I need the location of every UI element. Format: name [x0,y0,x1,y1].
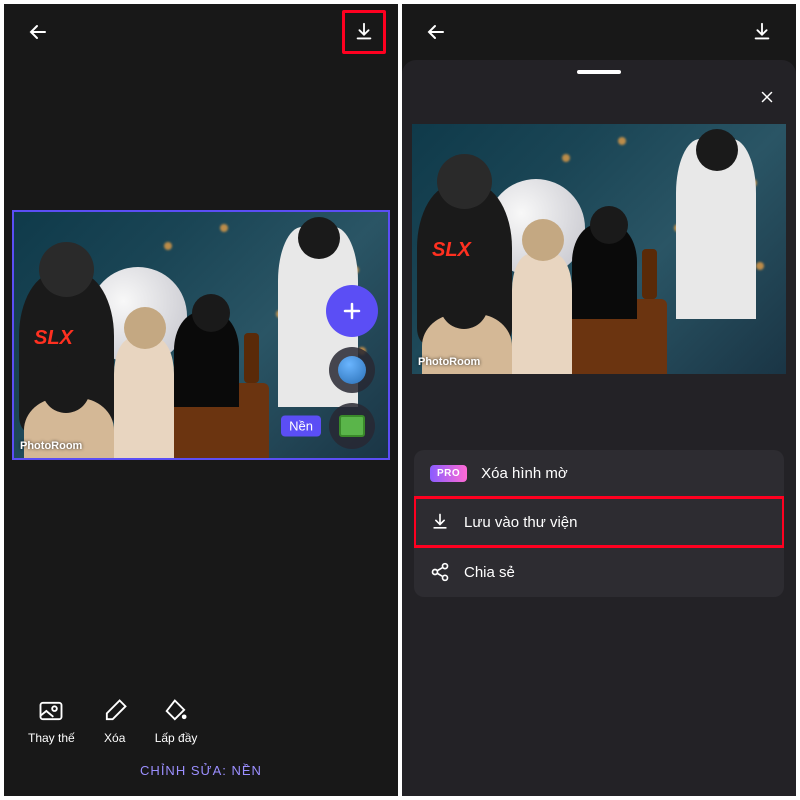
share-icon [430,562,450,582]
preview-photo: SLX PhotoRoom [412,124,786,374]
remove-watermark-option[interactable]: PRO Xóa hình mờ [414,450,784,497]
save-to-library-label: Lưu vào thư viện [464,514,577,531]
canvas-area: SLX PhotoRoom Nền [4,60,398,796]
plus-icon [340,299,364,323]
close-icon [758,88,776,106]
watermark-text-right: PhotoRoom [418,356,480,368]
remove-watermark-label: Xóa hình mờ [481,465,568,482]
add-layer-button[interactable] [326,285,378,337]
image-icon [37,697,65,725]
sheet-handle[interactable] [577,70,621,74]
share-label: Chia sẻ [464,564,515,581]
eraser-icon [101,697,129,725]
download-button-right[interactable] [740,10,784,54]
bottom-toolbar: Thay thế Xóa Lấp đầy [4,697,398,763]
background-layer-button[interactable]: Nền [329,403,375,449]
tshirt-logo: SLX [34,327,73,350]
download-icon [751,21,773,43]
fill-tool[interactable]: Lấp đầy [155,697,198,745]
tshirt-logo: SLX [432,239,471,262]
delete-tool[interactable]: Xóa [101,697,129,745]
download-button[interactable] [342,10,386,54]
subject-layer-button[interactable] [329,347,375,393]
background-thumb-icon [339,415,365,437]
back-button-right[interactable] [414,10,458,54]
replace-label: Thay thế [28,731,75,745]
subject-thumb-icon [338,356,366,384]
export-sheet: SLX PhotoRoom PRO Xóa hình mờ Lưu vào th… [402,60,796,796]
fill-label: Lấp đầy [155,731,198,745]
replace-tool[interactable]: Thay thế [28,697,75,745]
layer-fab-stack: Nền [326,285,378,449]
export-options-list: PRO Xóa hình mờ Lưu vào thư viện Chia sẻ [414,450,784,597]
download-icon [353,21,375,43]
watermark-text: PhotoRoom [20,440,82,452]
close-sheet-button[interactable] [752,82,782,112]
arrow-left-icon [424,20,448,44]
export-screen: SLX PhotoRoom PRO Xóa hình mờ Lưu vào th… [402,4,796,796]
back-button[interactable] [16,10,60,54]
arrow-left-icon [26,20,50,44]
background-layer-label: Nền [281,416,321,437]
image-canvas[interactable]: SLX PhotoRoom Nền [12,210,390,460]
download-icon [430,512,450,532]
preview-image-wrap: SLX PhotoRoom [412,124,786,374]
delete-label: Xóa [104,731,125,745]
top-bar [4,4,398,60]
save-to-library-option[interactable]: Lưu vào thư viện [414,497,784,547]
editing-mode-label: CHỈNH SỬA: NỀN [4,763,398,796]
bucket-icon [162,697,190,725]
top-bar-right [402,4,796,60]
editor-screen: SLX PhotoRoom Nền [4,4,398,796]
share-option[interactable]: Chia sẻ [414,547,784,597]
pro-badge: PRO [430,465,467,482]
